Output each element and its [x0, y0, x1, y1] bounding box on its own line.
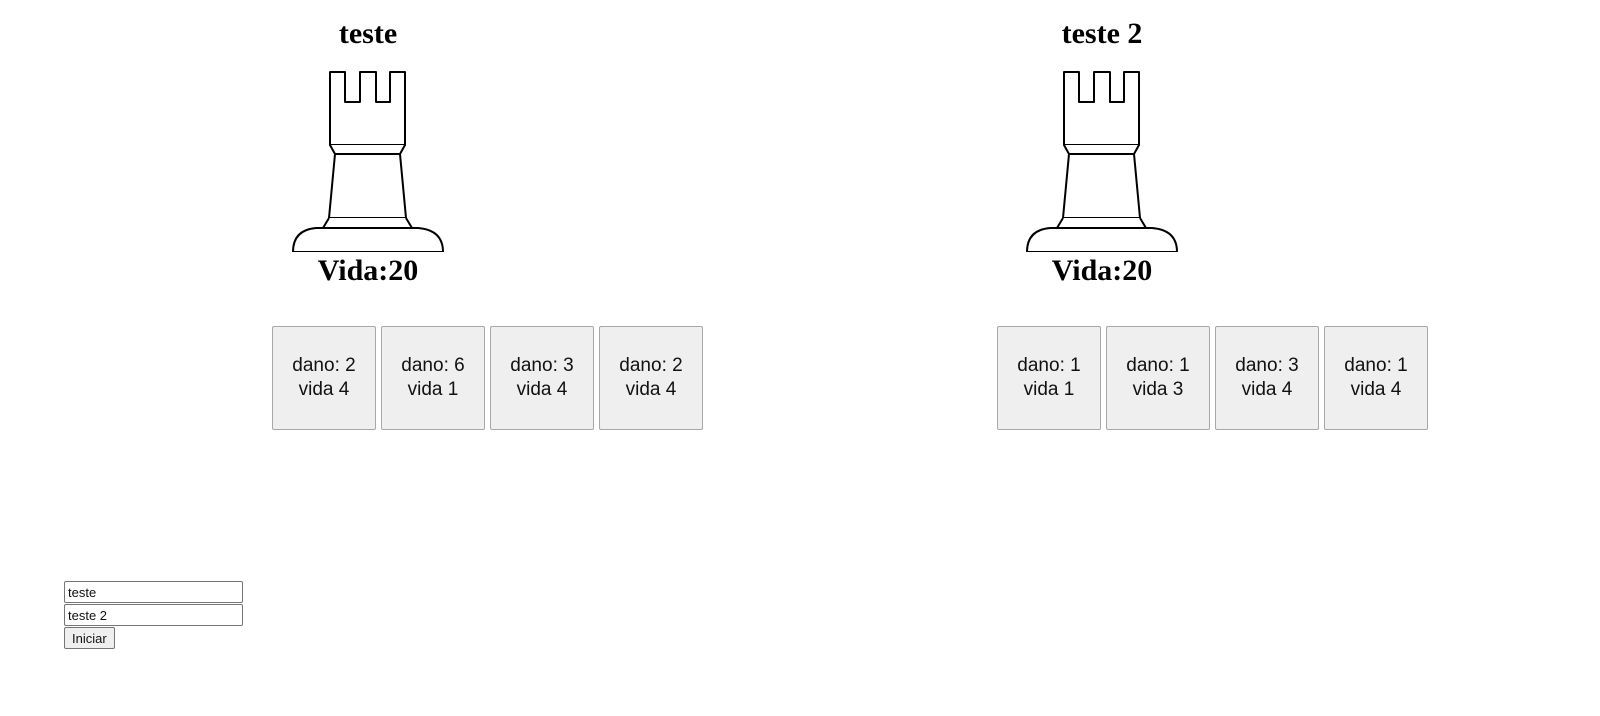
player-1-hand: dano: 2 vida 4 dano: 6 vida 1 dano: 3 vi… — [272, 326, 703, 430]
life-value: 20 — [1122, 254, 1153, 287]
player-2-name: teste 2 — [1061, 17, 1143, 50]
card-dano: dano: 3 — [1235, 355, 1299, 376]
card-dano: dano: 1 — [1017, 355, 1081, 376]
game-page: teste Vida:20 dano: 2 vida 4 dano: 6 vid… — [0, 0, 1600, 716]
card-dano: dano: 1 — [1344, 355, 1408, 376]
rook-icon — [1026, 71, 1178, 252]
card-vida: vida 1 — [407, 379, 459, 400]
rook-icon — [292, 71, 444, 252]
card-vida: vida 4 — [625, 379, 677, 400]
card-dano: dano: 6 — [401, 355, 465, 376]
card[interactable]: dano: 3 vida 4 — [1215, 326, 1319, 430]
card-vida: vida 3 — [1132, 379, 1184, 400]
card[interactable]: dano: 2 vida 4 — [599, 326, 703, 430]
player-1-name: teste — [338, 17, 398, 50]
player-2-hand: dano: 1 vida 1 dano: 1 vida 3 dano: 3 vi… — [997, 326, 1428, 430]
card-dano: dano: 1 — [1126, 355, 1190, 376]
card-dano: dano: 2 — [619, 355, 683, 376]
card-vida: vida 4 — [516, 379, 568, 400]
setup-form: Iniciar — [64, 581, 244, 649]
player-2-panel: teste 2 Vida:20 — [1002, 0, 1202, 300]
card-vida: vida 1 — [1023, 379, 1075, 400]
player-1-panel: teste Vida:20 — [268, 0, 468, 300]
card[interactable]: dano: 1 vida 3 — [1106, 326, 1210, 430]
player-2-name-input[interactable] — [64, 604, 243, 626]
card-vida: vida 4 — [1350, 379, 1402, 400]
card[interactable]: dano: 2 vida 4 — [272, 326, 376, 430]
card[interactable]: dano: 1 vida 4 — [1324, 326, 1428, 430]
card[interactable]: dano: 6 vida 1 — [381, 326, 485, 430]
card[interactable]: dano: 1 vida 1 — [997, 326, 1101, 430]
life-label: Vida: — [1051, 254, 1123, 287]
life-value: 20 — [388, 254, 419, 287]
card-vida: vida 4 — [1241, 379, 1293, 400]
life-label: Vida: — [317, 254, 389, 287]
player-1-life: Vida:20 — [268, 252, 468, 290]
card-dano: dano: 2 — [292, 355, 356, 376]
start-button[interactable]: Iniciar — [64, 627, 115, 649]
player-1-name-input[interactable] — [64, 581, 243, 603]
card-vida: vida 4 — [298, 379, 350, 400]
player-2-life: Vida:20 — [1002, 252, 1202, 290]
card[interactable]: dano: 3 vida 4 — [490, 326, 594, 430]
card-dano: dano: 3 — [510, 355, 574, 376]
